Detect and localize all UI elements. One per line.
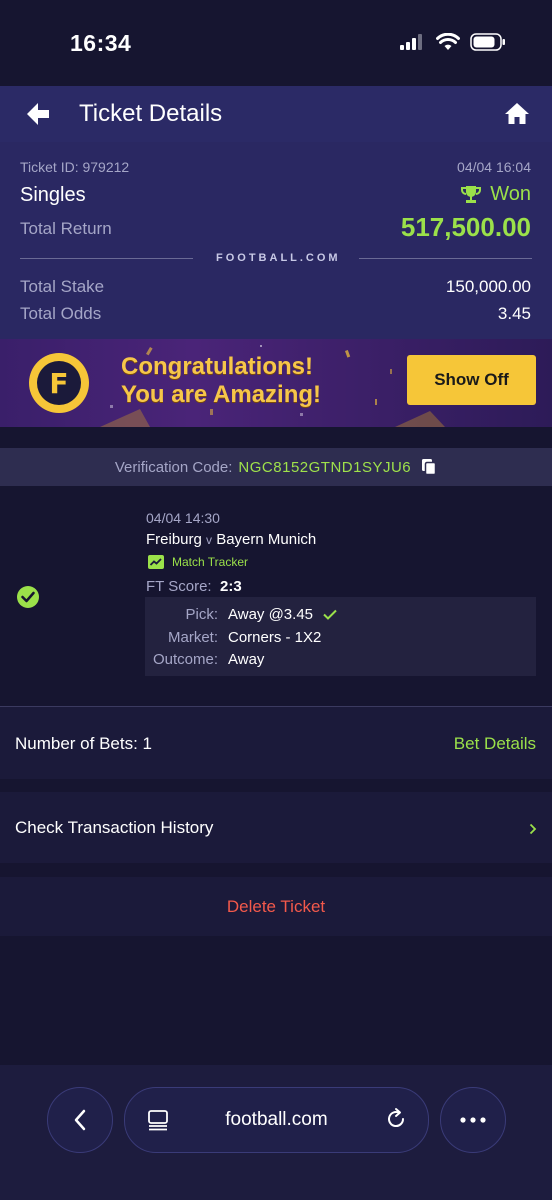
- status-text: Won: [490, 183, 531, 205]
- more-icon: [460, 1117, 486, 1123]
- status-badge: Won: [460, 183, 531, 206]
- reload-icon[interactable]: [384, 1107, 408, 1131]
- transaction-history-row[interactable]: Check Transaction History: [0, 792, 552, 863]
- app-header: Ticket Details: [0, 86, 552, 142]
- divider-left: [20, 258, 193, 259]
- number-of-bets: Number of Bets: 1: [15, 734, 153, 753]
- status-time: 16:34: [70, 30, 132, 56]
- total-odds-label: Total Odds: [20, 304, 102, 323]
- total-odds-value: 3.45: [497, 304, 531, 323]
- outcome-label: Outcome:: [152, 651, 218, 668]
- more-button[interactable]: [440, 1087, 506, 1153]
- spacer: [0, 427, 552, 448]
- ft-score-label: FT Score:: [146, 578, 212, 595]
- market-value: Corners - 1X2: [228, 629, 322, 646]
- chevron-right-icon: [529, 823, 537, 835]
- banner-line-2: You are Amazing!: [121, 381, 322, 408]
- ticket-summary: Ticket ID: 979212 04/04 16:04 Singles Wo…: [0, 142, 552, 339]
- back-button[interactable]: [24, 100, 56, 128]
- trophy-icon: [461, 185, 482, 203]
- away-team: Bayern Munich: [216, 531, 317, 548]
- home-team: Freiburg: [146, 531, 202, 548]
- address-bar[interactable]: football.com: [124, 1087, 429, 1153]
- show-off-button[interactable]: Show Off: [407, 355, 536, 405]
- page-title: Ticket Details: [79, 100, 223, 127]
- cellular-signal-icon: [400, 34, 422, 50]
- banner-line-1: Congratulations!: [121, 353, 313, 380]
- market-label: Market:: [167, 629, 218, 646]
- battery-icon: [470, 33, 505, 51]
- bet-type: Singles: [20, 184, 86, 206]
- match-teams[interactable]: Freiburg v Bayern Munich: [146, 531, 316, 548]
- delete-ticket-button[interactable]: Delete Ticket: [0, 897, 552, 917]
- brand-circle-logo: F: [29, 353, 89, 413]
- total-stake-label: Total Stake: [20, 277, 105, 296]
- versus: v: [206, 533, 213, 547]
- total-return-value: 517,500.00: [400, 212, 531, 242]
- browser-back-icon: [74, 1109, 86, 1131]
- status-bar: 16:34: [0, 0, 552, 86]
- match-datetime: 04/04 14:30: [146, 510, 220, 526]
- copy-button[interactable]: [421, 458, 437, 476]
- wifi-icon: [436, 33, 460, 50]
- back-arrow-icon: [27, 103, 49, 125]
- verification-bar: Verification Code: NGC8152GTND1SYJU6: [0, 448, 552, 486]
- bet-details-link[interactable]: Bet Details: [454, 734, 536, 754]
- match-tracker-label: Match Tracker: [172, 555, 249, 569]
- tabs-icon[interactable]: [147, 1109, 169, 1131]
- verification-code: NGC8152GTND1SYJU6: [238, 458, 412, 476]
- home-icon: [505, 103, 529, 124]
- delete-ticket-row[interactable]: Delete Ticket: [0, 877, 552, 936]
- browser-back-button[interactable]: [47, 1087, 113, 1153]
- check-circle-icon: [17, 586, 39, 608]
- number-of-bets-row: Number of Bets: 1 Bet Details: [0, 707, 552, 779]
- browser-toolbar: football.com: [0, 1065, 552, 1200]
- ticket-id: Ticket ID: 979212: [20, 159, 130, 175]
- total-return-label: Total Return: [20, 219, 112, 238]
- chart-icon: [148, 555, 164, 569]
- transaction-history-label: Check Transaction History: [15, 818, 214, 837]
- divider-right: [359, 258, 532, 259]
- outcome-value: Away: [228, 651, 265, 668]
- verification-label: Verification Code:: [114, 458, 233, 476]
- pick-value: Away @3.45: [228, 606, 313, 623]
- check-icon: [323, 609, 337, 620]
- brand-f-icon: F: [37, 361, 81, 405]
- pick-value-group: Away @3.45: [228, 606, 337, 623]
- banner-message: Congratulations! You are Amazing!: [121, 353, 321, 409]
- url-text: football.com: [225, 1109, 328, 1130]
- pick-label: Pick:: [185, 606, 218, 623]
- ft-score-value: 2:3: [220, 578, 242, 595]
- ticket-date: 04/04 16:04: [457, 159, 531, 175]
- copy-icon: [422, 459, 437, 476]
- brand-logo: FOOTBALL.COM: [216, 252, 341, 264]
- total-stake-value: 150,000.00: [445, 277, 531, 296]
- match-tracker-link[interactable]: Match Tracker: [148, 555, 248, 569]
- home-button[interactable]: [504, 101, 530, 127]
- status-icons: [400, 33, 506, 51]
